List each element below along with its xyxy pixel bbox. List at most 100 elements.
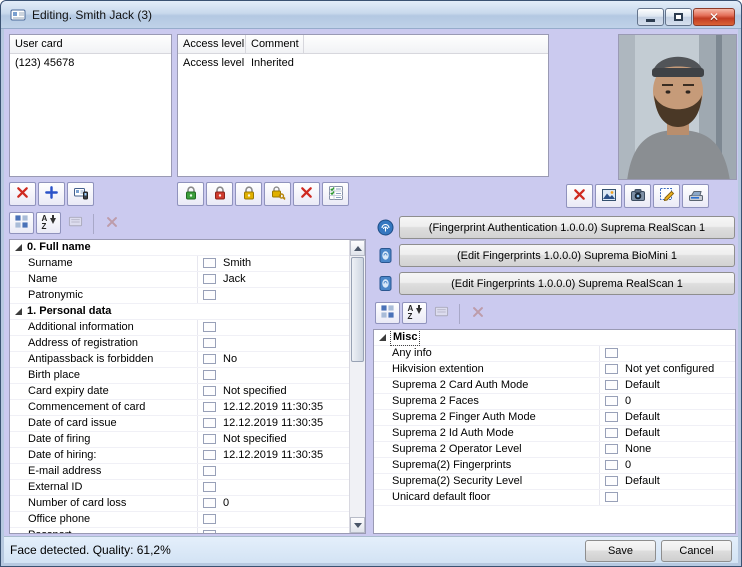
scroll-down-button[interactable] xyxy=(350,517,365,533)
grid-row[interactable]: Suprema 2 Finger Auth ModeDefault xyxy=(374,410,735,426)
grid-row[interactable]: Number of card loss0 xyxy=(10,496,349,512)
grid-row[interactable]: Unicard default floor xyxy=(374,490,735,506)
delete-field-button[interactable] xyxy=(99,212,124,234)
field-checkbox[interactable] xyxy=(203,402,216,412)
card-view-button[interactable] xyxy=(429,302,454,324)
field-value[interactable]: Default xyxy=(625,426,660,441)
grid-row[interactable]: Date of hiring:12.12.2019 11:30:35 xyxy=(10,448,349,464)
field-value[interactable]: Default xyxy=(625,378,660,393)
field-value[interactable]: Not specified xyxy=(223,432,287,447)
scroll-up-button[interactable] xyxy=(350,240,365,256)
close-button[interactable]: ✕ xyxy=(693,8,735,26)
grid-row[interactable]: Additional information xyxy=(10,320,349,336)
collapse-triangle-icon[interactable] xyxy=(15,244,22,251)
field-value[interactable]: 12.12.2019 11:30:35 xyxy=(223,400,323,415)
field-checkbox[interactable] xyxy=(203,322,216,332)
user-card-column-header[interactable]: User card xyxy=(10,35,171,53)
grid-category-row[interactable]: Misc xyxy=(374,330,735,346)
field-checkbox[interactable] xyxy=(605,492,618,502)
add-card-button[interactable] xyxy=(38,182,65,206)
scan-photo-button[interactable] xyxy=(682,184,709,208)
remove-access-button[interactable] xyxy=(293,182,320,206)
field-value[interactable]: Default xyxy=(625,474,660,489)
camera-button[interactable] xyxy=(624,184,651,208)
card-view-button[interactable] xyxy=(63,212,88,234)
user-card-list-header[interactable]: User card xyxy=(10,35,171,54)
scrollbar-thumb[interactable] xyxy=(351,257,364,362)
fingerprint-edit-realscan-button[interactable]: (Edit Fingerprints 1.0.0.0) Suprema Real… xyxy=(399,272,735,295)
grid-row[interactable]: Address of registration xyxy=(10,336,349,352)
field-checkbox[interactable] xyxy=(203,370,216,380)
field-checkbox[interactable] xyxy=(605,428,618,438)
grid-row[interactable]: Commencement of card12.12.2019 11:30:35 xyxy=(10,400,349,416)
lock-access-button[interactable] xyxy=(235,182,262,206)
field-checkbox[interactable] xyxy=(203,258,216,268)
field-value[interactable]: 0 xyxy=(625,394,631,409)
grid-row[interactable]: Any info xyxy=(374,346,735,362)
field-value[interactable]: Not specified xyxy=(223,384,287,399)
cancel-button[interactable]: Cancel xyxy=(661,540,732,562)
field-checkbox[interactable] xyxy=(605,476,618,486)
load-photo-button[interactable] xyxy=(595,184,622,208)
field-value[interactable]: None xyxy=(625,442,651,457)
collapse-triangle-icon[interactable] xyxy=(379,334,386,341)
field-checkbox[interactable] xyxy=(203,386,216,396)
field-checkbox[interactable] xyxy=(605,412,618,422)
field-checkbox[interactable] xyxy=(203,338,216,348)
grid-row[interactable]: Passport xyxy=(10,528,349,534)
access-level-row[interactable]: Access level 1 Inherited xyxy=(178,54,548,72)
field-value[interactable]: 12.12.2019 11:30:35 xyxy=(223,416,323,431)
grid-row[interactable]: External ID xyxy=(10,480,349,496)
save-button[interactable]: Save xyxy=(585,540,656,562)
field-value[interactable]: Default xyxy=(625,410,660,425)
grid-row[interactable]: Date of card issue12.12.2019 11:30:35 xyxy=(10,416,349,432)
person-grid-scrollbar[interactable] xyxy=(349,240,365,533)
sort-az-button[interactable]: AZ xyxy=(402,302,427,324)
field-value[interactable]: Jack xyxy=(223,272,246,287)
fingerprint-edit-biomini-button[interactable]: (Edit Fingerprints 1.0.0.0) Suprema BioM… xyxy=(399,244,735,267)
field-checkbox[interactable] xyxy=(203,450,216,460)
grid-row[interactable]: Antipassback is forbiddenNo xyxy=(10,352,349,368)
titlebar[interactable]: Editing. Smith Jack (3) ✕ xyxy=(1,1,741,29)
grid-row[interactable]: Hikvision extentionNot yet configured xyxy=(374,362,735,378)
delete-card-button[interactable] xyxy=(9,182,36,206)
field-checkbox[interactable] xyxy=(605,444,618,454)
field-checkbox[interactable] xyxy=(605,364,618,374)
access-levels-list-button[interactable] xyxy=(322,182,349,206)
field-checkbox[interactable] xyxy=(203,418,216,428)
deny-access-button[interactable] xyxy=(206,182,233,206)
sort-az-button[interactable]: AZ xyxy=(36,212,61,234)
read-card-button[interactable] xyxy=(67,182,94,206)
field-checkbox[interactable] xyxy=(203,466,216,476)
field-checkbox[interactable] xyxy=(203,290,216,300)
grid-row[interactable]: Suprema 2 Card Auth ModeDefault xyxy=(374,378,735,394)
grid-row[interactable]: NameJack xyxy=(10,272,349,288)
grid-row[interactable]: Suprema 2 Operator LevelNone xyxy=(374,442,735,458)
key-access-button[interactable] xyxy=(264,182,291,206)
field-value[interactable]: No xyxy=(223,352,237,367)
grid-row[interactable]: SurnameSmith xyxy=(10,256,349,272)
access-level-column-header[interactable]: Access level xyxy=(178,35,246,53)
field-checkbox[interactable] xyxy=(605,460,618,470)
grid-row[interactable]: Suprema(2) Security LevelDefault xyxy=(374,474,735,490)
delete-photo-button[interactable] xyxy=(566,184,593,208)
field-checkbox[interactable] xyxy=(605,348,618,358)
field-checkbox[interactable] xyxy=(203,354,216,364)
categories-view-button[interactable] xyxy=(9,212,34,234)
user-card-item[interactable]: (123) 45678 xyxy=(10,54,171,72)
field-checkbox[interactable] xyxy=(605,396,618,406)
minimize-button[interactable] xyxy=(637,8,664,26)
grid-row[interactable]: Suprema 2 Faces0 xyxy=(374,394,735,410)
grid-row[interactable]: Card expiry dateNot specified xyxy=(10,384,349,400)
grant-access-button[interactable] xyxy=(177,182,204,206)
delete-field-button[interactable] xyxy=(465,302,490,324)
comment-column-header[interactable]: Comment xyxy=(246,35,304,53)
field-checkbox[interactable] xyxy=(605,380,618,390)
field-value[interactable]: 0 xyxy=(223,496,229,511)
grid-category-row[interactable]: 1. Personal data xyxy=(10,304,349,320)
edit-photo-button[interactable] xyxy=(653,184,680,208)
grid-row[interactable]: Suprema(2) Fingerprints0 xyxy=(374,458,735,474)
grid-row[interactable]: Office phone xyxy=(10,512,349,528)
grid-row[interactable]: Suprema 2 Id Auth ModeDefault xyxy=(374,426,735,442)
grid-row[interactable]: Patronymic xyxy=(10,288,349,304)
